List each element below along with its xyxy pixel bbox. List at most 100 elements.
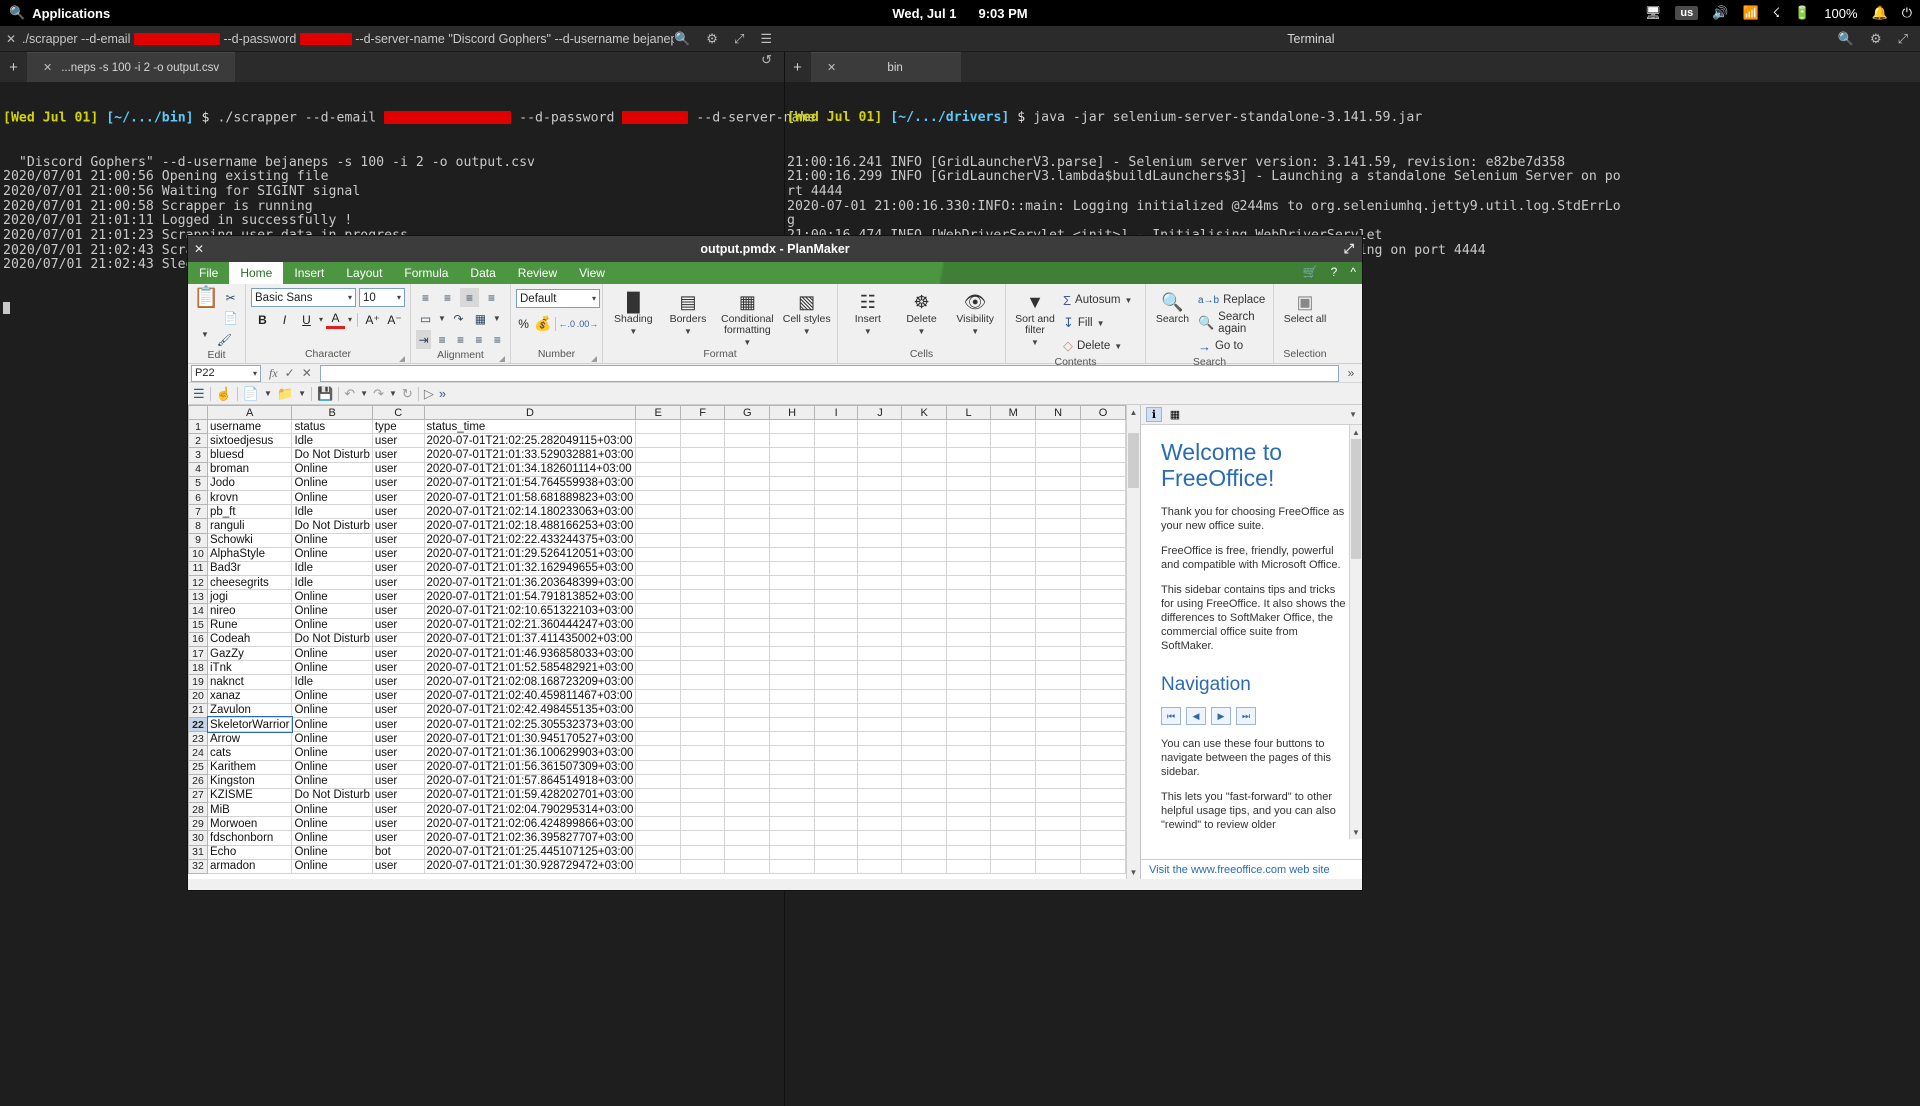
cell-O31[interactable] <box>1080 845 1125 859</box>
cell-F1[interactable] <box>680 420 724 434</box>
row-header-5[interactable]: 5 <box>189 476 208 490</box>
cell-L27[interactable] <box>947 788 991 802</box>
check-icon[interactable]: ✓ <box>285 366 295 380</box>
cell-A23[interactable]: Arrow <box>208 732 292 746</box>
cell-H19[interactable] <box>770 675 815 689</box>
cell-A9[interactable]: Schowki <box>208 533 292 547</box>
cell-N11[interactable] <box>1036 561 1081 575</box>
cell-M24[interactable] <box>991 746 1036 760</box>
cell-J10[interactable] <box>858 547 902 561</box>
cell-styles-button[interactable]: ▧ Cell styles ▼ <box>781 289 832 337</box>
chevron-down-icon[interactable]: ▼ <box>1124 296 1132 305</box>
row-header-4[interactable]: 4 <box>189 462 208 476</box>
cell-L18[interactable] <box>947 661 991 675</box>
cell-K4[interactable] <box>902 462 947 476</box>
corner-select-all[interactable] <box>189 406 208 420</box>
scroll-up-icon[interactable]: ▲ <box>1127 405 1140 419</box>
cell-F13[interactable] <box>680 590 724 604</box>
column-header-E[interactable]: E <box>636 406 681 420</box>
cell-B11[interactable]: Idle <box>292 561 372 575</box>
redo-icon[interactable]: ↷ <box>373 386 384 402</box>
cell-K30[interactable] <box>902 831 947 845</box>
table-row[interactable]: 3bluesdDo Not Disturbuser2020-07-01T21:0… <box>189 448 1126 462</box>
cell-O16[interactable] <box>1080 632 1125 646</box>
fill-button[interactable]: ↧ Fill ▼ <box>1063 313 1132 333</box>
cell-J16[interactable] <box>858 632 902 646</box>
cell-B25[interactable]: Online <box>292 760 372 774</box>
cell-K5[interactable] <box>902 476 947 490</box>
chevron-down-icon[interactable]: ▼ <box>684 326 692 337</box>
cell-E8[interactable] <box>636 519 681 533</box>
table-row[interactable]: 30fdschonbornOnlineuser2020-07-01T21:02:… <box>189 831 1126 845</box>
cell-C11[interactable]: user <box>372 561 424 575</box>
cell-F26[interactable] <box>680 774 724 788</box>
cell-M14[interactable] <box>991 604 1036 618</box>
search-icon[interactable]: 🔍 <box>674 31 690 47</box>
cell-D15[interactable]: 2020-07-01T21:02:21.360444247+03:00 <box>424 618 636 632</box>
row-header-3[interactable]: 3 <box>189 448 208 462</box>
cell-O4[interactable] <box>1080 462 1125 476</box>
cell-H17[interactable] <box>770 647 815 661</box>
cell-L11[interactable] <box>947 561 991 575</box>
cell-A22[interactable]: SkeletorWarrior <box>208 717 292 731</box>
repeat-icon[interactable]: ↻ <box>402 386 413 402</box>
cell-D17[interactable]: 2020-07-01T21:01:46.936858033+03:00 <box>424 647 636 661</box>
cell-A3[interactable]: bluesd <box>208 448 292 462</box>
chevron-down-icon[interactable]: ▼ <box>864 326 872 337</box>
cell-A17[interactable]: GazZy <box>208 647 292 661</box>
cell-E14[interactable] <box>636 604 681 618</box>
cell-G26[interactable] <box>725 774 770 788</box>
cell-L5[interactable] <box>947 476 991 490</box>
cell-B8[interactable]: Do Not Disturb <box>292 519 372 533</box>
cell-N32[interactable] <box>1036 859 1081 873</box>
touch-icon[interactable]: ☝ <box>216 386 232 402</box>
row-header-1[interactable]: 1 <box>189 420 208 434</box>
cell-C28[interactable]: user <box>372 803 424 817</box>
cell-I28[interactable] <box>814 803 858 817</box>
row-header-6[interactable]: 6 <box>189 490 208 504</box>
font-name-combo[interactable]: Basic Sans ▾ <box>251 288 356 307</box>
cell-B21[interactable]: Online <box>292 703 372 717</box>
new-icon[interactable]: 📄 <box>243 386 259 402</box>
next-page-icon[interactable]: ▶ <box>1211 707 1231 725</box>
expand-formula-icon[interactable]: » <box>1343 366 1359 380</box>
cell-A29[interactable]: Morwoen <box>208 817 292 831</box>
cell-F29[interactable] <box>680 817 724 831</box>
cell-J27[interactable] <box>858 788 902 802</box>
cell-N14[interactable] <box>1036 604 1081 618</box>
cell-M25[interactable] <box>991 760 1036 774</box>
cell-C5[interactable]: user <box>372 476 424 490</box>
cell-E29[interactable] <box>636 817 681 831</box>
cell-C32[interactable]: user <box>372 859 424 873</box>
cell-J24[interactable] <box>858 746 902 760</box>
cell-G11[interactable] <box>725 561 770 575</box>
cell-E25[interactable] <box>636 760 681 774</box>
cell-H29[interactable] <box>770 817 815 831</box>
cell-G23[interactable] <box>725 732 770 746</box>
cell-I27[interactable] <box>814 788 858 802</box>
cell-I31[interactable] <box>814 845 858 859</box>
cell-D25[interactable]: 2020-07-01T21:01:56.361507309+03:00 <box>424 760 636 774</box>
cell-J13[interactable] <box>858 590 902 604</box>
cell-B13[interactable]: Online <box>292 590 372 604</box>
cell-C16[interactable]: user <box>372 632 424 646</box>
cut-icon[interactable]: ✂ <box>221 288 240 307</box>
more-icon[interactable]: » <box>439 386 446 401</box>
cell-B4[interactable]: Online <box>292 462 372 476</box>
cell-C8[interactable]: user <box>372 519 424 533</box>
font-size-combo[interactable]: 10 ▾ <box>359 288 405 307</box>
cell-O19[interactable] <box>1080 675 1125 689</box>
cell-M3[interactable] <box>991 448 1036 462</box>
cell-J20[interactable] <box>858 689 902 703</box>
cell-K31[interactable] <box>902 845 947 859</box>
insert-cells-button[interactable]: ☷ Insert ▼ <box>843 289 893 337</box>
table-row[interactable]: 16CodeahDo Not Disturbuser2020-07-01T21:… <box>189 632 1126 646</box>
cell-G13[interactable] <box>725 590 770 604</box>
chevron-down-icon[interactable]: ▼ <box>1349 410 1357 419</box>
cell-M30[interactable] <box>991 831 1036 845</box>
battery-icon[interactable]: 🔋 <box>1794 5 1810 21</box>
cell-O6[interactable] <box>1080 490 1125 504</box>
align-top-button[interactable]: ≡ <box>416 288 435 307</box>
cell-J8[interactable] <box>858 519 902 533</box>
table-row[interactable]: 18iTnkOnlineuser2020-07-01T21:01:52.5854… <box>189 661 1126 675</box>
